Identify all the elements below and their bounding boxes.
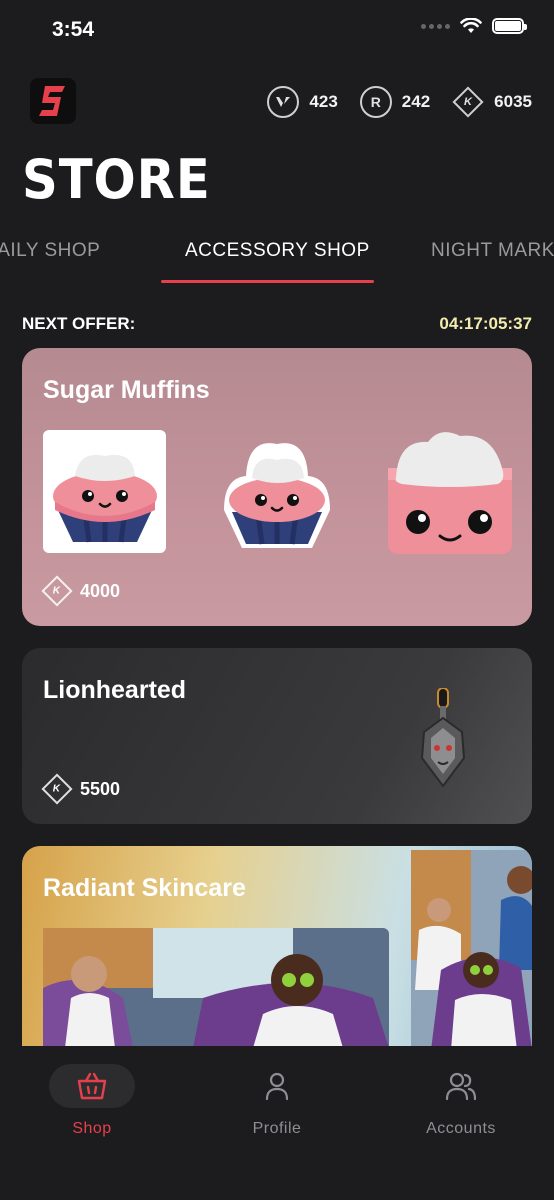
offer-title: Radiant Skincare	[43, 874, 246, 902]
nav-accounts-label: Accounts	[426, 1120, 496, 1137]
nav-profile-pill	[234, 1064, 320, 1108]
tab-accessory-shop[interactable]: ACCESSORY SHOP	[185, 240, 370, 262]
offer-title: Sugar Muffins	[43, 376, 210, 404]
signal-icon	[421, 23, 450, 29]
tab-night-market[interactable]: NIGHT MARKET	[431, 240, 554, 262]
kingdom-credits-icon: K	[452, 86, 484, 118]
status-time: 3:54	[52, 18, 95, 41]
currency-bar: 423 R 242 K 6035	[267, 86, 532, 118]
nav-accounts-pill	[418, 1064, 504, 1108]
person-icon	[265, 1072, 289, 1101]
offer-countdown: 04:17:05:37	[439, 314, 532, 333]
muffin-spray	[224, 443, 330, 548]
people-icon	[445, 1072, 477, 1101]
nav-accounts[interactable]: Accounts	[391, 1064, 531, 1138]
tab-daily-shop[interactable]: DAILY SHOP	[0, 240, 100, 262]
offers-list[interactable]: Sugar Muffins K 4000 Lionhearted K 5500 …	[0, 346, 554, 1046]
basket-icon	[77, 1072, 107, 1100]
page-title: STORE	[22, 148, 211, 211]
muffin-card-image	[43, 430, 166, 553]
kingdom-credits-icon: K	[41, 575, 73, 607]
kingdom-credits-value: 6035	[494, 92, 532, 111]
offer-card-radiant-skincare[interactable]: Radiant Skincare	[22, 846, 532, 1046]
offer-card-sugar-muffins[interactable]: Sugar Muffins K 4000	[22, 348, 532, 626]
app-logo	[30, 78, 76, 124]
battery-icon	[492, 18, 527, 34]
lionhearted-charm	[420, 688, 466, 788]
muffin-buddy	[388, 432, 512, 554]
nav-shop-pill	[49, 1064, 135, 1108]
currency-kingdom-credits[interactable]: K 6035	[452, 86, 532, 118]
status-bar: 3:54	[0, 0, 554, 60]
active-tab-indicator	[161, 280, 374, 283]
offer-price: K 5500	[41, 773, 121, 805]
next-offer-label: NEXT OFFER:	[22, 314, 136, 333]
radiant-skincare-card-art	[43, 928, 389, 1046]
status-icons	[421, 18, 527, 34]
nav-profile[interactable]: Profile	[207, 1064, 347, 1138]
bottom-navigation: Shop Profile Accounts	[0, 1046, 554, 1200]
currency-radianite[interactable]: R 242	[359, 86, 431, 118]
nav-shop-label: Shop	[72, 1120, 112, 1137]
currency-valorant-points[interactable]: 423	[267, 86, 338, 118]
shop-tabs: DAILY SHOP ACCESSORY SHOP NIGHT MARKET	[0, 230, 554, 286]
offer-price: K 4000	[41, 575, 121, 607]
valorant-points-value: 423	[309, 92, 338, 111]
price-value: 4000	[80, 580, 121, 601]
nav-profile-label: Profile	[252, 1120, 302, 1137]
radiant-skincare-banner-art	[411, 850, 532, 1046]
wifi-icon	[460, 18, 482, 33]
price-value: 5500	[80, 778, 121, 799]
offer-title: Lionhearted	[43, 676, 187, 704]
nav-shop[interactable]: Shop	[22, 1064, 162, 1138]
kingdom-credits-icon: K	[41, 773, 73, 805]
valorant-points-icon	[267, 86, 300, 118]
offer-card-lionhearted[interactable]: Lionhearted K 5500	[22, 648, 532, 824]
radianite-value: 242	[401, 92, 431, 111]
radianite-icon: R	[359, 86, 392, 118]
